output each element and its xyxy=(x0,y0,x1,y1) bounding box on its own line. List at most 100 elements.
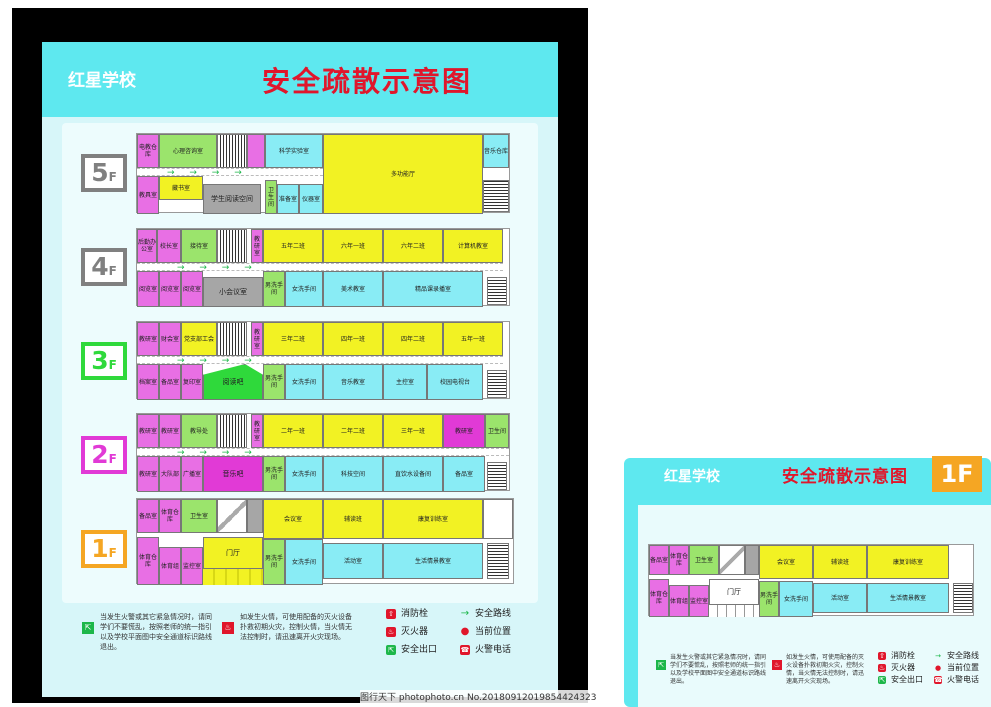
room: 小会议室 xyxy=(203,277,263,307)
legend-route: → 安全路线 xyxy=(460,606,511,619)
room: 会议室 xyxy=(759,545,813,579)
legend-label: 灭火器 xyxy=(891,663,915,672)
legend-label: 安全出口 xyxy=(891,675,923,684)
room: 监控室 xyxy=(181,547,203,585)
room: 女洗手间 xyxy=(285,539,323,585)
room: 女洗手间 xyxy=(285,364,323,400)
room: 体育组 xyxy=(669,585,689,617)
legend-label: 安全路线 xyxy=(947,651,979,660)
legend-position: ● 当前位置 xyxy=(460,624,511,637)
room: 二年一班 xyxy=(263,414,323,448)
room: 准备室 xyxy=(277,184,299,214)
room: 康复训练室 xyxy=(383,499,483,539)
staircase xyxy=(217,134,247,168)
room xyxy=(247,499,263,533)
room: 科技空间 xyxy=(323,456,383,492)
room: 门厅 xyxy=(709,579,759,605)
room: 卫生间 xyxy=(265,180,277,214)
room: 教研室 xyxy=(251,414,263,448)
room: 电教仓库 xyxy=(137,134,159,168)
staircase xyxy=(953,583,973,613)
legend-label: 火警电话 xyxy=(947,675,979,684)
room: 三年一班 xyxy=(383,414,443,448)
page-title: 安全疏散示意图 xyxy=(262,65,473,98)
dot-icon: ● xyxy=(934,663,942,672)
room: 四年一班 xyxy=(323,322,383,356)
room: 男洗手间 xyxy=(263,539,285,585)
entrance-steps xyxy=(709,605,759,617)
room: 男洗手间 xyxy=(759,581,779,617)
room: 教研室 xyxy=(251,322,263,356)
phone-icon: ☎ xyxy=(460,644,470,655)
floor-plan-1f-small: 备品室 体育仓库 卫生室 会议室 辅读班 康复训练室 体育仓库 体育组 监控室 … xyxy=(648,544,974,617)
note-fire-small: 如发生火情，可使用配备的灭火设备扑救初期火灾，控制火情，当火情无法控制时，请迅速… xyxy=(786,654,865,685)
room xyxy=(247,134,265,168)
room: 体育仓库 xyxy=(669,545,689,575)
room: 女洗手间 xyxy=(285,456,323,492)
floor-plan-4f: 后勤办公室 校长室 接待室 教研室 五年二班 六年一班 六年二班 计算机教室 →… xyxy=(136,228,510,307)
room: 六年一班 xyxy=(323,229,383,263)
exit-area xyxy=(483,499,513,539)
note-evacuation-small: 当发生火警或其它紧急情况时，请同学们不要慌乱，按照老师的统一指引以及学校平面图中… xyxy=(670,654,767,685)
room: 生活情景教室 xyxy=(383,543,483,579)
room: 阅读吧 xyxy=(203,364,263,400)
room: 接待室 xyxy=(181,229,217,263)
room: 多功能厅 xyxy=(323,134,483,214)
legend-extinguisher: ♨ 灭火器 xyxy=(386,624,428,637)
legend-extinguisher-small: ♨ 灭火器 xyxy=(878,662,915,673)
room: 备品室 xyxy=(649,545,669,575)
room: 女洗手间 xyxy=(285,271,323,307)
staircase xyxy=(217,414,247,448)
fire-extinguisher-icon: ♨ xyxy=(878,663,886,672)
room: 仪器室 xyxy=(299,184,323,214)
note-fire: 如发生火情，可使用配备的灭火设备扑救初期火灾，控制火情，当火情无法控制时，请迅速… xyxy=(240,613,352,641)
room: 心理咨询室 xyxy=(159,134,217,168)
room: 教研室 xyxy=(251,229,263,263)
room: 复印室 xyxy=(181,364,203,400)
room: 男洗手间 xyxy=(263,271,285,307)
room: 卫生间 xyxy=(485,414,509,448)
legend-position-small: ● 当前位置 xyxy=(934,662,979,673)
staircase xyxy=(217,229,247,263)
floor-plan-1f: 备品室 体育仓库 卫生室 会议室 辅读班 康复训练室 体育仓库 体育组 监控室 … xyxy=(136,498,514,585)
legend-label: 当前位置 xyxy=(475,627,512,637)
room: 女洗手间 xyxy=(779,581,813,617)
floor-badge-3f: 3F xyxy=(81,342,127,380)
room: 后勤办公室 xyxy=(137,229,157,263)
room: 会议室 xyxy=(263,499,323,539)
staircase xyxy=(217,322,247,356)
room: 音乐吧 xyxy=(203,456,263,492)
room: 男洗手间 xyxy=(263,456,285,492)
arrow-icon: → xyxy=(460,607,470,619)
floor-badge-5f: 5F xyxy=(81,154,127,192)
school-name-1f: 红星学校 xyxy=(664,469,720,485)
floor-badge-1f: 1F xyxy=(81,530,127,568)
title-1f: 安全疏散示意图 xyxy=(782,467,908,487)
room: 广播室 xyxy=(181,456,203,492)
room: 教研室 xyxy=(137,322,159,356)
room: 生活情景教室 xyxy=(867,583,949,613)
room: 五年一班 xyxy=(443,322,503,356)
legend-hydrant: ⇧ 消防栓 xyxy=(386,606,428,619)
note-evacuation: 当发生火警或其它紧急情况时，请同学们不要慌乱，按照老师的统一指引以及学校平面图中… xyxy=(100,613,212,651)
legend-label: 消防栓 xyxy=(401,609,429,619)
legend-label: 灭火器 xyxy=(401,627,429,637)
staircase xyxy=(483,180,509,212)
fire-extinguisher-icon: ♨ xyxy=(386,626,396,637)
room: 大队部 xyxy=(159,456,181,492)
room: 六年二班 xyxy=(383,229,443,263)
room: 监控室 xyxy=(689,585,709,617)
hydrant-icon: ⇧ xyxy=(386,608,396,619)
room: 音乐仓库 xyxy=(483,134,509,168)
room: 藏书室 xyxy=(159,176,203,200)
room: 教具室 xyxy=(137,176,159,214)
room: 学生阅读空间 xyxy=(203,184,261,214)
room: 体育组 xyxy=(159,547,181,585)
legend-label: 安全路线 xyxy=(475,609,512,619)
room: 五年二班 xyxy=(263,229,323,263)
staircase xyxy=(217,499,247,533)
room: 康复训练室 xyxy=(867,545,949,579)
exit-icon: ⇱ xyxy=(386,644,396,655)
room: 二年二班 xyxy=(323,414,383,448)
room xyxy=(745,545,759,575)
